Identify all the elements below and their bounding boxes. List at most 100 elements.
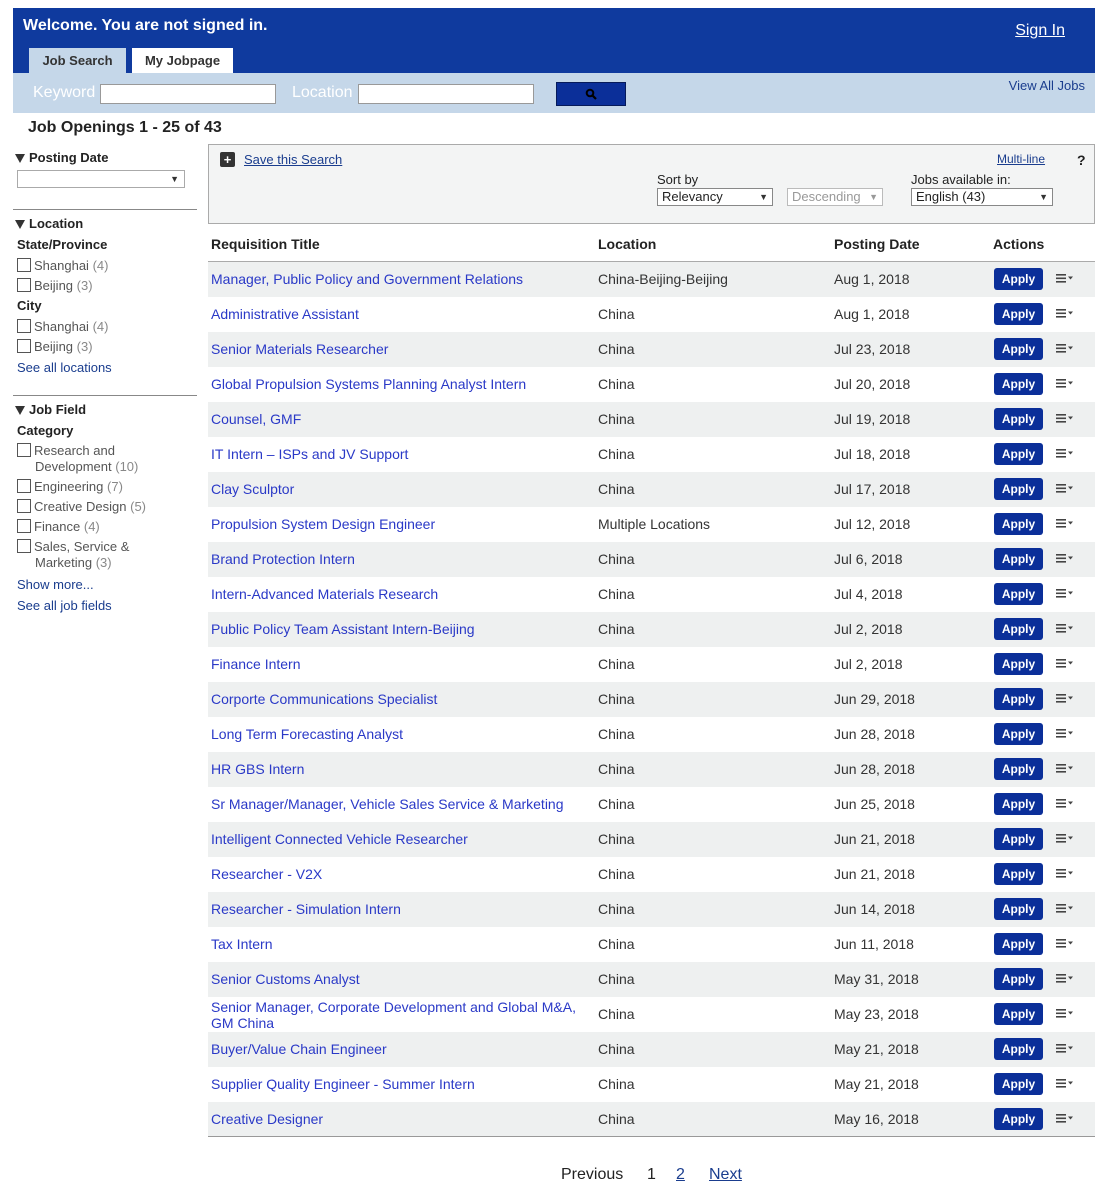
job-title-link[interactable]: Buyer/Value Chain Engineer xyxy=(211,1041,591,1057)
save-search-link[interactable]: Save this Search xyxy=(244,152,342,167)
list-menu-icon[interactable] xyxy=(1056,797,1074,809)
job-title-link[interactable]: Tax Intern xyxy=(211,936,591,952)
list-menu-icon[interactable] xyxy=(1056,867,1074,879)
job-title-link[interactable]: Counsel, GMF xyxy=(211,411,591,427)
apply-button[interactable]: Apply xyxy=(994,1108,1043,1130)
apply-button[interactable]: Apply xyxy=(994,653,1043,675)
job-title-link[interactable]: Global Propulsion Systems Planning Analy… xyxy=(211,376,591,392)
apply-button[interactable]: Apply xyxy=(994,478,1043,500)
job-title-link[interactable]: Administrative Assistant xyxy=(211,306,591,322)
filter-state-beijing[interactable]: Beijing (3) xyxy=(17,278,93,293)
show-more-link[interactable]: Show more... xyxy=(17,577,94,592)
checkbox[interactable] xyxy=(17,319,31,333)
job-title-link[interactable]: Intelligent Connected Vehicle Researcher xyxy=(211,831,591,847)
apply-button[interactable]: Apply xyxy=(994,338,1043,360)
column-header-location[interactable]: Location xyxy=(598,236,656,252)
job-title-link[interactable]: Sr Manager/Manager, Vehicle Sales Servic… xyxy=(211,796,591,812)
apply-button[interactable]: Apply xyxy=(994,618,1043,640)
list-menu-icon[interactable] xyxy=(1056,1007,1074,1019)
list-menu-icon[interactable] xyxy=(1056,272,1074,284)
page-2-link[interactable]: 2 xyxy=(676,1166,685,1184)
filter-state-shanghai[interactable]: Shanghai (4) xyxy=(17,258,108,273)
list-menu-icon[interactable] xyxy=(1056,727,1074,739)
list-menu-icon[interactable] xyxy=(1056,1077,1074,1089)
job-title-link[interactable]: Researcher - V2X xyxy=(211,866,591,882)
filter-category-research[interactable]: Research and Development (10) xyxy=(17,443,138,475)
checkbox[interactable] xyxy=(17,278,31,292)
filter-city-beijing[interactable]: Beijing (3) xyxy=(17,339,93,354)
apply-button[interactable]: Apply xyxy=(994,688,1043,710)
plus-icon[interactable]: + xyxy=(220,152,235,167)
list-menu-icon[interactable] xyxy=(1056,622,1074,634)
column-header-date[interactable]: Posting Date xyxy=(834,236,920,252)
list-menu-icon[interactable] xyxy=(1056,692,1074,704)
apply-button[interactable]: Apply xyxy=(994,303,1043,325)
keyword-input[interactable] xyxy=(100,84,276,104)
apply-button[interactable]: Apply xyxy=(994,268,1043,290)
apply-button[interactable]: Apply xyxy=(994,723,1043,745)
filter-category-sales[interactable]: Sales, Service & Marketing (3) xyxy=(17,539,129,571)
apply-button[interactable]: Apply xyxy=(994,408,1043,430)
job-title-link[interactable]: Long Term Forecasting Analyst xyxy=(211,726,591,742)
apply-button[interactable]: Apply xyxy=(994,1038,1043,1060)
job-title-link[interactable]: Creative Designer xyxy=(211,1111,591,1127)
list-menu-icon[interactable] xyxy=(1056,552,1074,564)
job-title-link[interactable]: Supplier Quality Engineer - Summer Inter… xyxy=(211,1076,591,1092)
job-title-link[interactable]: IT Intern – ISPs and JV Support xyxy=(211,446,591,462)
job-title-link[interactable]: HR GBS Intern xyxy=(211,761,591,777)
list-menu-icon[interactable] xyxy=(1056,412,1074,424)
filter-category-creative-design[interactable]: Creative Design (5) xyxy=(17,499,146,515)
apply-button[interactable]: Apply xyxy=(994,828,1043,850)
checkbox[interactable] xyxy=(17,443,31,457)
list-menu-icon[interactable] xyxy=(1056,972,1074,984)
posting-date-select[interactable]: ▼ xyxy=(17,170,185,188)
job-title-link[interactable]: Clay Sculptor xyxy=(211,481,591,497)
checkbox[interactable] xyxy=(17,258,31,272)
checkbox[interactable] xyxy=(17,479,31,493)
job-field-toggle[interactable]: Job Field xyxy=(15,401,86,419)
filter-category-engineering[interactable]: Engineering (7) xyxy=(17,479,123,495)
list-menu-icon[interactable] xyxy=(1056,832,1074,844)
sign-in-link[interactable]: Sign In xyxy=(1015,22,1065,40)
apply-button[interactable]: Apply xyxy=(994,443,1043,465)
posting-date-toggle[interactable]: Posting Date xyxy=(15,149,108,167)
next-page-link[interactable]: Next xyxy=(709,1166,742,1184)
apply-button[interactable]: Apply xyxy=(994,968,1043,990)
apply-button[interactable]: Apply xyxy=(994,1003,1043,1025)
job-title-link[interactable]: Brand Protection Intern xyxy=(211,551,591,567)
job-title-link[interactable]: Propulsion System Design Engineer xyxy=(211,516,591,532)
apply-button[interactable]: Apply xyxy=(994,898,1043,920)
list-menu-icon[interactable] xyxy=(1056,1112,1074,1124)
list-menu-icon[interactable] xyxy=(1056,377,1074,389)
filter-city-shanghai[interactable]: Shanghai (4) xyxy=(17,319,108,334)
job-title-link[interactable]: Senior Customs Analyst xyxy=(211,971,591,987)
list-menu-icon[interactable] xyxy=(1056,902,1074,914)
location-filter-toggle[interactable]: Location xyxy=(15,215,83,233)
help-icon[interactable]: ? xyxy=(1077,152,1086,168)
checkbox[interactable] xyxy=(17,539,31,553)
list-menu-icon[interactable] xyxy=(1056,762,1074,774)
see-all-job-fields-link[interactable]: See all job fields xyxy=(17,598,112,613)
list-menu-icon[interactable] xyxy=(1056,587,1074,599)
multi-line-link[interactable]: Multi-line xyxy=(997,152,1045,166)
sort-by-select[interactable]: Relevancy ▼ xyxy=(657,188,773,206)
tab-job-search[interactable]: Job Search xyxy=(29,48,126,73)
apply-button[interactable]: Apply xyxy=(994,793,1043,815)
job-title-link[interactable]: Senior Manager, Corporate Development an… xyxy=(211,999,591,1031)
filter-category-finance[interactable]: Finance (4) xyxy=(17,519,100,535)
search-button[interactable] xyxy=(556,82,626,106)
apply-button[interactable]: Apply xyxy=(994,758,1043,780)
apply-button[interactable]: Apply xyxy=(994,863,1043,885)
list-menu-icon[interactable] xyxy=(1056,307,1074,319)
list-menu-icon[interactable] xyxy=(1056,517,1074,529)
checkbox[interactable] xyxy=(17,519,31,533)
list-menu-icon[interactable] xyxy=(1056,482,1074,494)
list-menu-icon[interactable] xyxy=(1056,937,1074,949)
job-title-link[interactable]: Finance Intern xyxy=(211,656,591,672)
location-input[interactable] xyxy=(358,84,534,104)
checkbox[interactable] xyxy=(17,499,31,513)
checkbox[interactable] xyxy=(17,339,31,353)
tab-my-jobpage[interactable]: My Jobpage xyxy=(132,48,233,73)
list-menu-icon[interactable] xyxy=(1056,1042,1074,1054)
apply-button[interactable]: Apply xyxy=(994,1073,1043,1095)
